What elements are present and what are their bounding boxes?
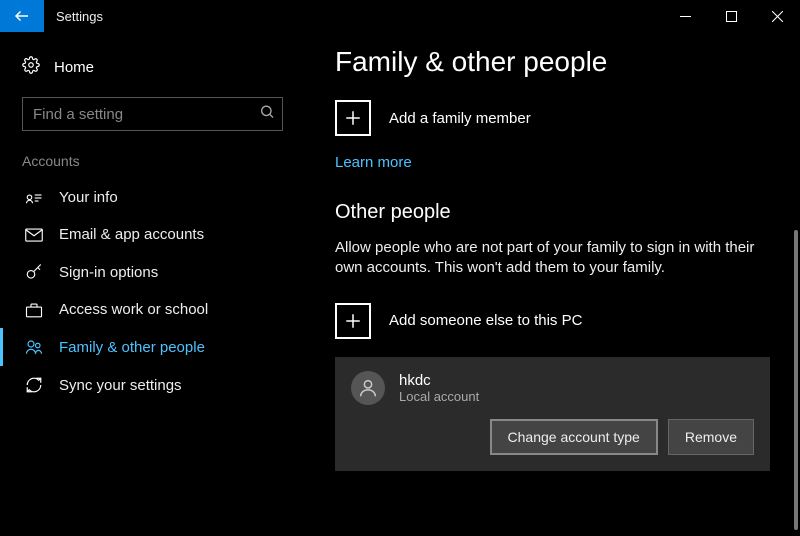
sidebar-item-signin-options[interactable]: Sign-in options [0, 253, 305, 291]
home-button[interactable]: Home [0, 50, 305, 93]
sidebar-item-label: Sync your settings [59, 377, 182, 394]
plus-icon [335, 303, 371, 339]
add-other-label: Add someone else to this PC [389, 312, 582, 329]
user-subtitle: Local account [399, 389, 479, 404]
close-button[interactable] [754, 0, 800, 32]
change-account-type-button[interactable]: Change account type [490, 419, 658, 455]
window-title: Settings [44, 0, 115, 32]
sidebar-item-label: Your info [59, 189, 118, 206]
sidebar-item-family-other[interactable]: Family & other people [0, 328, 305, 366]
minimize-icon [680, 11, 691, 22]
titlebar: Settings [0, 0, 800, 32]
search-input[interactable] [22, 97, 283, 131]
search-icon [259, 104, 275, 125]
sidebar-item-label: Family & other people [59, 339, 205, 356]
sidebar-item-label: Sign-in options [59, 264, 158, 281]
other-people-description: Allow people who are not part of your fa… [335, 238, 755, 279]
people-icon [25, 338, 43, 356]
gear-icon [22, 56, 40, 79]
back-button[interactable] [0, 0, 44, 32]
maximize-icon [726, 11, 737, 22]
page-title: Family & other people [335, 46, 770, 78]
learn-more-link[interactable]: Learn more [335, 154, 412, 171]
search-container [22, 97, 283, 131]
arrow-left-icon [13, 7, 31, 25]
key-icon [25, 263, 43, 281]
mail-icon [25, 228, 43, 242]
add-family-member-button[interactable]: Add a family member [335, 100, 770, 136]
briefcase-icon [25, 302, 43, 318]
sidebar: Home Accounts Your info Email & app [0, 32, 305, 536]
user-card[interactable]: hkdc Local account Change account type R… [335, 357, 770, 471]
sidebar-item-access-work-school[interactable]: Access work or school [0, 291, 305, 328]
other-people-heading: Other people [335, 201, 770, 224]
plus-icon [335, 100, 371, 136]
user-name: hkdc [399, 372, 479, 389]
close-icon [772, 11, 783, 22]
person-icon [357, 377, 379, 399]
sidebar-item-sync-settings[interactable]: Sync your settings [0, 366, 305, 404]
id-card-icon [25, 191, 43, 205]
add-other-user-button[interactable]: Add someone else to this PC [335, 303, 770, 339]
avatar [351, 371, 385, 405]
remove-user-button[interactable]: Remove [668, 419, 754, 455]
scrollbar[interactable] [794, 230, 798, 530]
sidebar-item-label: Access work or school [59, 301, 208, 318]
sync-icon [25, 376, 43, 394]
maximize-button[interactable] [708, 0, 754, 32]
sidebar-section-header: Accounts [0, 153, 305, 179]
sidebar-item-email-accounts[interactable]: Email & app accounts [0, 216, 305, 253]
content-pane: Family & other people Add a family membe… [305, 32, 800, 536]
sidebar-item-label: Email & app accounts [59, 226, 204, 243]
sidebar-item-your-info[interactable]: Your info [0, 179, 305, 216]
home-label: Home [54, 59, 94, 76]
add-family-label: Add a family member [389, 110, 531, 127]
minimize-button[interactable] [662, 0, 708, 32]
